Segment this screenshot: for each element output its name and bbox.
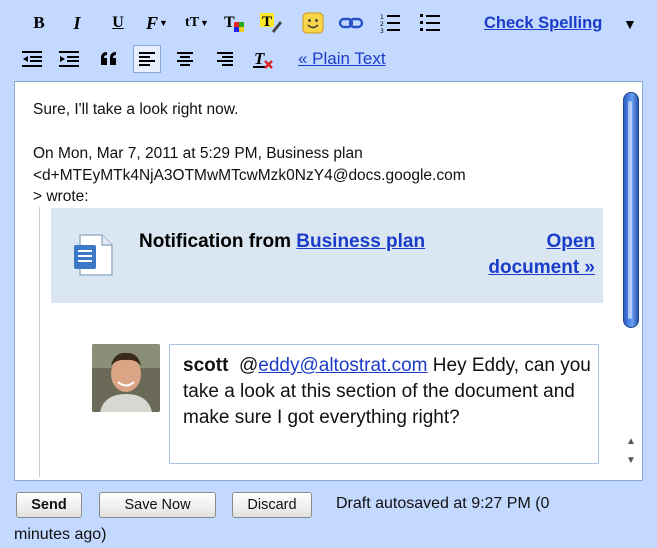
comment-author: scott [183, 355, 229, 376]
underline-button[interactable]: U [105, 10, 131, 36]
open-document-link[interactable]: Open document » [463, 229, 595, 281]
quote-header-line-2: <d+MTEyMTk4NjA3OTMwMTcwMzk0NzY4@docs.goo… [33, 167, 466, 184]
scrollbar-thumb[interactable] [623, 92, 639, 328]
caret-down-icon: ▼ [200, 18, 209, 28]
quote-divider [39, 207, 40, 477]
insert-link-button[interactable] [338, 10, 364, 36]
check-spelling-caret-icon[interactable]: ▼ [623, 16, 637, 32]
svg-text:3: 3 [380, 28, 384, 34]
check-spelling-link[interactable]: Check Spelling [484, 14, 602, 33]
italic-button[interactable]: I [64, 10, 90, 36]
caret-down-icon: ▼ [159, 18, 168, 28]
avatar-photo [92, 344, 160, 412]
emoji-button[interactable] [300, 10, 326, 36]
discard-button[interactable]: Discard [232, 492, 312, 518]
smiley-icon [302, 12, 324, 34]
quote-icon [101, 52, 116, 65]
draft-status-line-2: minutes ago) [14, 526, 107, 543]
font-size-icon: tT [185, 15, 200, 30]
increase-indent-button[interactable] [56, 46, 82, 72]
message-editor[interactable]: Sure, I'll take a look right now. On Mon… [14, 81, 643, 481]
decrease-indent-button[interactable] [19, 46, 45, 72]
remove-formatting-icon: T [253, 49, 273, 69]
text-color-button[interactable]: T [222, 10, 248, 36]
highlight-color-button[interactable]: T [258, 10, 284, 36]
align-center-button[interactable] [172, 46, 198, 72]
compose-footer: Send Save Now Discard Draft autosaved at… [0, 484, 657, 548]
scroll-down-arrow-icon[interactable]: ▼ [625, 455, 637, 469]
svg-text:2: 2 [380, 21, 384, 28]
align-left-icon [139, 52, 155, 66]
comment-text: scott @eddy@altostrat.com Hey Eddy, can … [183, 353, 593, 431]
font-icon: F [146, 12, 159, 33]
svg-text:T: T [224, 14, 235, 31]
italic-icon: I [73, 12, 81, 33]
bulleted-list-icon [420, 14, 440, 31]
font-button[interactable]: F ▼ [140, 10, 174, 36]
bold-button[interactable]: B [26, 10, 52, 36]
avatar [92, 344, 160, 412]
highlight-icon: T [260, 13, 282, 33]
notification-prefix: Notification from [139, 231, 297, 252]
quote-header-line-1: On Mon, Mar 7, 2011 at 5:29 PM, Business… [33, 145, 363, 162]
bulleted-list-button[interactable] [417, 10, 443, 36]
bold-icon: B [33, 13, 45, 32]
remove-formatting-button[interactable]: T [250, 46, 276, 72]
align-center-icon [177, 52, 193, 66]
align-left-button[interactable] [133, 45, 161, 73]
underline-icon: U [112, 14, 124, 31]
comment-box: scott @eddy@altostrat.com Hey Eddy, can … [169, 344, 599, 464]
align-right-icon [217, 52, 233, 66]
draft-status-line-1: Draft autosaved at 9:27 PM (0 [336, 495, 550, 512]
business-plan-link[interactable]: Business plan [296, 231, 425, 252]
formatting-toolbar: B I U F ▼ tT ▼ T T 1 2 3 Check Spelling … [0, 0, 657, 80]
outdent-icon [22, 51, 42, 67]
send-button[interactable]: Send [16, 492, 82, 518]
text-color-icon: T [224, 14, 244, 32]
numbered-list-icon: 1 2 3 [380, 14, 400, 34]
scroll-up-arrow-icon[interactable]: ▲ [625, 436, 637, 450]
plain-text-link[interactable]: « Plain Text [298, 49, 386, 69]
reply-text: Sure, I'll take a look right now. [33, 101, 239, 118]
document-icon [74, 234, 113, 276]
svg-text:T: T [254, 49, 265, 68]
align-right-button[interactable] [212, 46, 238, 72]
notification-banner: Notification from Business plan Open doc… [51, 208, 603, 303]
mention-email-link[interactable]: eddy@altostrat.com [258, 355, 427, 376]
vertical-scrollbar[interactable]: ▲ ▼ [622, 88, 640, 472]
numbered-list-button[interactable]: 1 2 3 [377, 10, 403, 36]
blockquote-button[interactable] [96, 46, 122, 72]
notification-title: Notification from Business plan [139, 229, 434, 255]
indent-icon [59, 51, 79, 67]
svg-text:1: 1 [380, 14, 384, 21]
mention-at: @ [238, 355, 259, 376]
quote-header-line-3: > wrote: [33, 188, 89, 205]
link-icon [338, 17, 364, 29]
font-size-button[interactable]: tT ▼ [180, 10, 214, 36]
save-now-button[interactable]: Save Now [99, 492, 216, 518]
svg-text:T: T [262, 14, 272, 30]
